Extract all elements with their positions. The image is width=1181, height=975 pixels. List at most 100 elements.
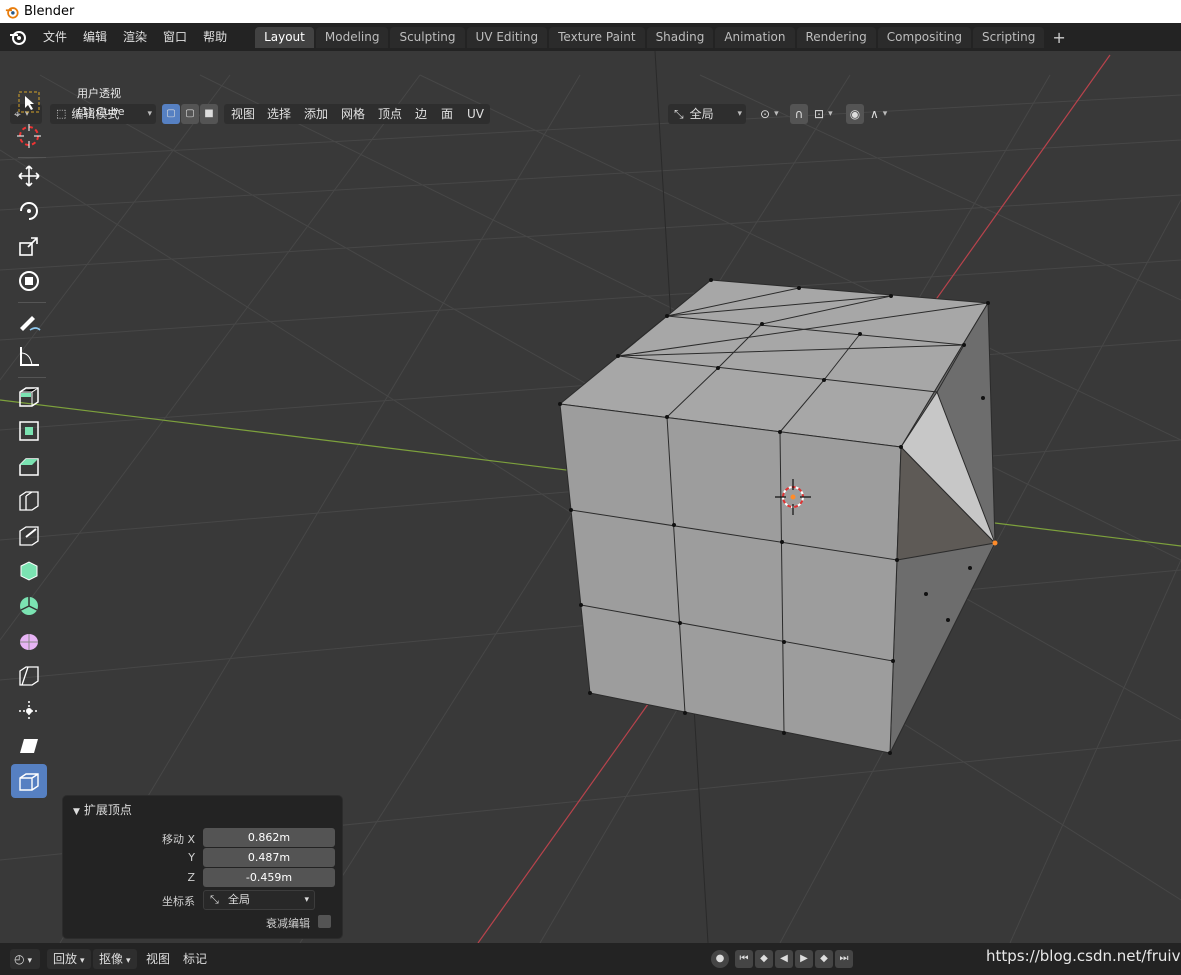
tab-modeling[interactable]: Modeling xyxy=(315,27,389,48)
move-tool[interactable] xyxy=(11,159,47,193)
shear-tool[interactable] xyxy=(11,729,47,763)
shrink-fatten-icon xyxy=(19,701,39,721)
menu-mesh[interactable]: 网格 xyxy=(341,104,365,124)
select-box-tool[interactable] xyxy=(11,85,47,119)
smooth-icon xyxy=(20,634,38,650)
transform-orientation-dropdown[interactable]: ⤡ 全局 ▾ xyxy=(668,104,746,124)
tab-compositing[interactable]: Compositing xyxy=(877,27,971,48)
orientation-label: 全局 xyxy=(689,107,714,121)
loop-cut-tool[interactable] xyxy=(11,484,47,518)
edge-slide-tool[interactable] xyxy=(11,659,47,693)
snap-toggle[interactable]: ∩ xyxy=(790,104,808,124)
operator-panel-header[interactable]: ▼ 扩展顶点 xyxy=(73,801,132,818)
shrink-fatten-tool[interactable] xyxy=(11,694,47,728)
rip-region-tool[interactable] xyxy=(11,764,47,798)
add-workspace-button[interactable]: + xyxy=(1046,27,1071,48)
menu-window[interactable]: 窗口 xyxy=(155,26,195,48)
menu-view[interactable]: 视图 xyxy=(146,949,170,969)
chevron-down-icon: ▾ xyxy=(27,956,33,966)
next-keyframe-icon: ◆ xyxy=(820,953,828,964)
chevron-down-icon: ▾ xyxy=(882,109,888,119)
menu-vertex[interactable]: 顶点 xyxy=(378,104,402,124)
edit-mode-icon: ⬚ xyxy=(56,107,67,120)
proportional-edit-checkbox[interactable] xyxy=(318,915,331,928)
vertex-select-icon: ▢ xyxy=(166,108,176,119)
move-x-field[interactable]: 0.862m xyxy=(203,828,335,847)
rotate-icon xyxy=(20,202,38,220)
pivot-point-button[interactable]: ⊙ ▾ xyxy=(756,104,786,124)
prev-keyframe-button[interactable]: ◆ xyxy=(755,950,773,968)
bevel-tool[interactable] xyxy=(11,449,47,483)
prev-keyframe-icon: ◆ xyxy=(760,953,768,964)
spin-tool[interactable] xyxy=(11,589,47,623)
jump-start-button[interactable]: ⏮ xyxy=(735,950,753,968)
menu-add[interactable]: 添加 xyxy=(304,104,328,124)
knife-tool[interactable] xyxy=(11,519,47,553)
vertex-select-button[interactable]: ▢ xyxy=(162,104,180,124)
keying-label: 抠像 xyxy=(99,952,124,966)
menu-edit[interactable]: 编辑 xyxy=(75,26,115,48)
tab-scripting[interactable]: Scripting xyxy=(973,27,1045,48)
inset-faces-tool[interactable] xyxy=(11,414,47,448)
smooth-tool[interactable] xyxy=(11,624,47,658)
menu-render[interactable]: 渲染 xyxy=(115,26,155,48)
next-keyframe-button[interactable]: ◆ xyxy=(815,950,833,968)
select-box-icon xyxy=(18,91,40,113)
jump-end-button[interactable]: ⏭ xyxy=(835,950,853,968)
record-icon: ● xyxy=(715,953,725,964)
blender-logo-icon[interactable] xyxy=(9,28,27,46)
chevron-down-icon: ▾ xyxy=(304,895,309,905)
tab-rendering[interactable]: Rendering xyxy=(796,27,876,48)
tab-uv-editing[interactable]: UV Editing xyxy=(466,27,548,48)
extrude-region-tool[interactable] xyxy=(11,379,47,413)
poly-build-icon xyxy=(20,561,38,581)
measure-tool[interactable] xyxy=(11,339,47,373)
falloff-button[interactable]: ∧ ▾ xyxy=(866,104,896,124)
operator-panel[interactable]: ▼ 扩展顶点 移动 X 0.862m Y 0.487m Z -0.459m 坐标系… xyxy=(62,795,343,939)
tab-layout[interactable]: Layout xyxy=(255,27,314,48)
rotate-tool[interactable] xyxy=(11,194,47,228)
move-y-label: Y xyxy=(188,851,195,864)
orientation-label: 坐标系 xyxy=(162,895,195,908)
record-button[interactable]: ● xyxy=(711,950,729,968)
bevel-icon xyxy=(19,458,39,476)
menu-marker[interactable]: 标记 xyxy=(183,949,207,969)
menu-file[interactable]: 文件 xyxy=(35,26,75,48)
keying-dropdown[interactable]: 抠像 ▾ xyxy=(93,949,137,969)
menu-edge[interactable]: 边 xyxy=(415,104,427,124)
tab-sculpting[interactable]: Sculpting xyxy=(390,27,465,48)
tab-animation[interactable]: Animation xyxy=(715,27,795,48)
knife-icon xyxy=(19,526,39,546)
proportional-edit-toggle[interactable]: ◉ xyxy=(846,104,864,124)
play-button[interactable]: ▶ xyxy=(795,950,813,968)
transform-icon xyxy=(19,271,39,291)
menu-face[interactable]: 面 xyxy=(441,104,453,124)
scale-icon xyxy=(19,237,38,256)
tab-texture-paint[interactable]: Texture Paint xyxy=(549,27,645,48)
move-z-label: Z xyxy=(187,871,195,884)
menu-uv[interactable]: UV xyxy=(467,104,484,124)
cursor-tool[interactable] xyxy=(11,119,47,153)
annotate-tool[interactable] xyxy=(11,304,47,338)
menu-view[interactable]: 视图 xyxy=(231,104,255,124)
orientation-select[interactable]: ⤡ 全局 ▾ xyxy=(203,890,315,910)
edge-slide-icon xyxy=(19,666,39,686)
tab-shading[interactable]: Shading xyxy=(646,27,714,48)
transform-tool[interactable] xyxy=(11,264,47,298)
face-select-button[interactable]: ■ xyxy=(200,104,218,124)
poly-build-tool[interactable] xyxy=(11,554,47,588)
move-z-field[interactable]: -0.459m xyxy=(203,868,335,887)
menu-select[interactable]: 选择 xyxy=(267,104,291,124)
scale-tool[interactable] xyxy=(11,229,47,263)
playback-dropdown[interactable]: 回放 ▾ xyxy=(47,949,91,969)
editor-type-button[interactable]: ◴ ▾ xyxy=(10,949,40,969)
chevron-down-icon: ▾ xyxy=(774,109,779,119)
menu-help[interactable]: 帮助 xyxy=(195,26,235,48)
workspace-tabs: Layout Modeling Sculpting UV Editing Tex… xyxy=(255,26,1074,48)
magnet-icon: ∩ xyxy=(794,107,804,121)
move-y-field[interactable]: 0.487m xyxy=(203,848,335,867)
edge-select-button[interactable]: ▢ xyxy=(181,104,199,124)
move-icon xyxy=(18,165,40,187)
play-reverse-button[interactable]: ◀ xyxy=(775,950,793,968)
snap-target-button[interactable]: ⊡ ▾ xyxy=(810,104,840,124)
